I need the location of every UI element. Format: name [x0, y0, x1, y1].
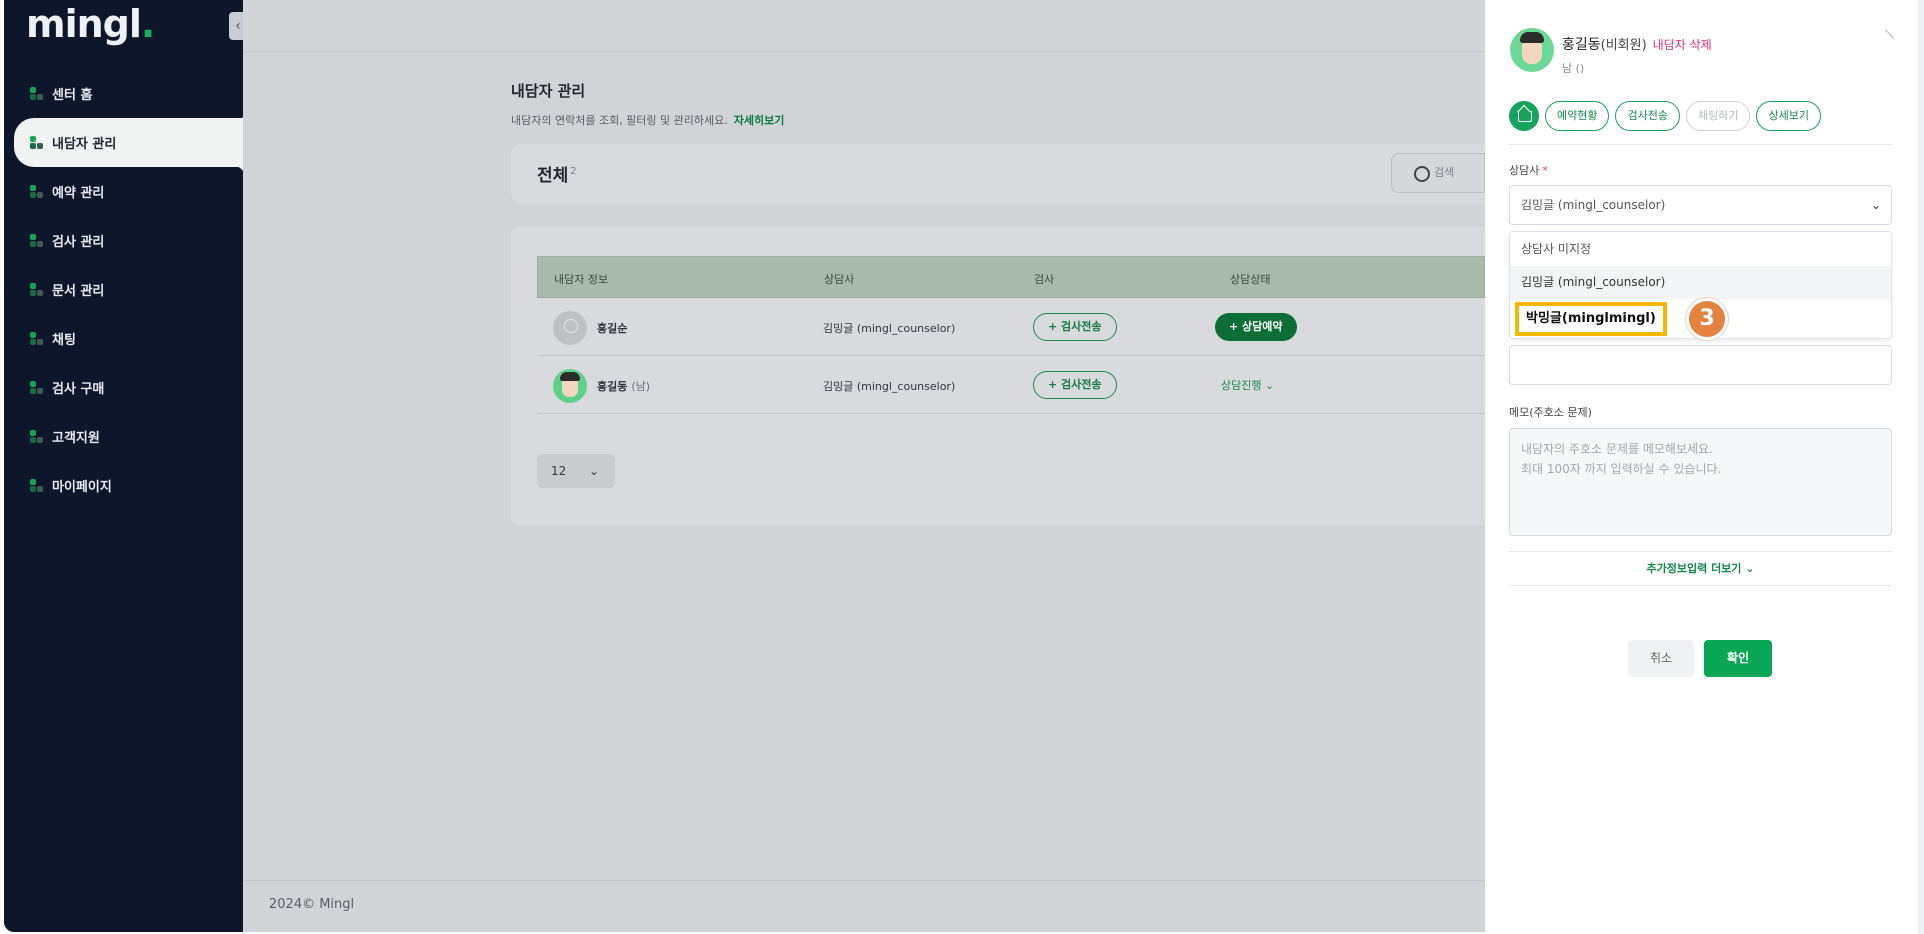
sidebar-item-mypage[interactable]: 마이페이지 — [4, 461, 244, 510]
window-edge — [1918, 0, 1924, 934]
section-title: 전체 2 — [537, 166, 577, 186]
header-status: 상담상태 — [1230, 273, 1271, 286]
avatar — [1510, 28, 1554, 72]
dropdown-option-kim[interactable]: 김밍글 (mingl_counselor) — [1510, 266, 1891, 299]
sidebar-item-support[interactable]: 고객지원 — [4, 412, 244, 461]
sidebar-item-label: 검사 구매 — [52, 382, 105, 397]
sidebar-item-test[interactable]: 검사 관리 — [4, 216, 244, 265]
tab-chat[interactable]: 채팅하기 — [1685, 101, 1751, 131]
book-session-button[interactable]: + 상담예약 — [1215, 313, 1297, 341]
support-icon — [30, 429, 44, 444]
send-test-button[interactable]: + 검사전송 — [1033, 371, 1117, 399]
divider — [1509, 144, 1892, 145]
sidebar-item-label: 고객지원 — [52, 431, 100, 446]
main-content-dimmed: 내담자 관리 내담자의 연락처를 조회, 필터링 및 관리하세요. 자세히보기 전… — [243, 0, 1491, 932]
logo[interactable]: mingl. — [26, 2, 155, 46]
copyright-text: 2024© Mingl — [269, 897, 355, 912]
cancel-button[interactable]: 취소 — [1628, 640, 1694, 677]
user-icon — [30, 478, 44, 493]
count-badge: 2 — [570, 166, 577, 178]
test-icon — [30, 233, 44, 248]
counselor-label: 상담사 * — [1509, 164, 1548, 177]
counselor-secondary-field[interactable] — [1509, 345, 1892, 385]
counselor-name: 김밍글 (mingl_counselor) — [823, 322, 956, 335]
confirm-button[interactable]: 확인 — [1704, 640, 1772, 677]
delete-client-link[interactable]: 내담자 삭제 — [1653, 38, 1712, 52]
client-subinfo: 남 () — [1562, 62, 1585, 75]
header-counselor: 상담사 — [824, 273, 855, 286]
sidebar-item-client-management[interactable]: 내담자 관리 — [14, 118, 254, 167]
status-dropdown[interactable]: 상담진행 ⌄ — [1221, 377, 1274, 393]
client-detail-panel: 홍길동(비회원) 내담자 삭제 남 () 예약현황 검사전송 채팅하기 상세보기 … — [1485, 0, 1918, 932]
counselor-name: 김밍글 (mingl_counselor) — [823, 380, 956, 393]
avatar-placeholder-icon — [553, 311, 587, 345]
sidebar-item-documents[interactable]: 문서 관리 — [4, 265, 244, 314]
counselor-dropdown: 상담사 미지정 김밍글 (mingl_counselor) 박밍글(minglm… — [1509, 231, 1892, 340]
chevron-down-icon: ⌄ — [1264, 379, 1275, 392]
summary-card: 전체 2 — [511, 144, 1491, 204]
footer: 2024© Mingl — [243, 880, 1485, 932]
home-icon[interactable] — [1509, 101, 1539, 131]
client-name: 홍길동 (남) — [597, 380, 651, 393]
sidebar: mingl. 센터 홈 내담자 관리 예약 관리 검사 관리 문서 관리 채팅 … — [4, 0, 254, 932]
app-window: mingl. 센터 홈 내담자 관리 예약 관리 검사 관리 문서 관리 채팅 … — [0, 0, 1924, 934]
client-name: 홍길순 — [597, 322, 628, 335]
sidebar-item-label: 내담자 관리 — [52, 137, 117, 152]
client-name: 홍길동(비회원) 내담자 삭제 — [1562, 37, 1712, 53]
step-badge: 3 — [1686, 298, 1728, 340]
sidebar-item-label: 채팅 — [52, 333, 76, 348]
memo-textarea[interactable]: 내담자의 주호소 문제를 메모해보세요. 최대 100자 까지 입력하실 수 있… — [1509, 428, 1892, 536]
search-input[interactable]: 검색 — [1391, 153, 1485, 193]
top-bar — [243, 0, 1485, 52]
page-title: 내담자 관리 — [511, 82, 586, 100]
more-info-toggle[interactable]: 추가정보입력 더보기 ⌄ — [1509, 551, 1892, 586]
chevron-down-icon: ⌄ — [1870, 198, 1881, 212]
dropdown-option-unassigned[interactable]: 상담사 미지정 — [1510, 233, 1891, 266]
sidebar-item-label: 마이페이지 — [52, 480, 112, 495]
sidebar-item-label: 검사 관리 — [52, 235, 105, 250]
page-description: 내담자의 연락처를 조회, 필터링 및 관리하세요. 자세히보기 — [511, 114, 785, 127]
tab-send-test[interactable]: 검사전송 — [1615, 101, 1680, 131]
sidebar-item-label: 예약 관리 — [52, 186, 105, 201]
memo-label: 메모(주호소 문제) — [1509, 406, 1592, 419]
table-header: 내담자 정보 상담사 검사 상담상태 — [537, 256, 1485, 298]
table-row[interactable]: 홍길동 (남) 김밍글 (mingl_counselor) + 검사전송 상담진행… — [537, 356, 1485, 414]
sidebar-item-label: 센터 홈 — [52, 88, 93, 103]
page-size-select[interactable]: 12 ⌄ — [537, 454, 615, 488]
header-test: 검사 — [1034, 273, 1055, 286]
header-client-info: 내담자 정보 — [554, 273, 609, 286]
more-link[interactable]: 자세히보기 — [734, 114, 785, 127]
chat-icon — [30, 331, 44, 346]
clients-icon — [30, 135, 44, 150]
send-test-button[interactable]: + 검사전송 — [1033, 313, 1117, 341]
chevron-down-icon: ⌄ — [588, 464, 599, 478]
avatar — [553, 369, 587, 403]
table-row[interactable]: 홍길순 김밍글 (mingl_counselor) + 검사전송 + 상담예약 — [537, 298, 1485, 356]
tab-details[interactable]: 상세보기 — [1756, 101, 1821, 131]
home-icon — [30, 86, 44, 101]
document-icon — [30, 282, 44, 297]
tab-reservation-status[interactable]: 예약현황 — [1545, 101, 1610, 131]
sidebar-item-purchase[interactable]: 검사 구매 — [4, 363, 244, 412]
cart-icon — [30, 380, 44, 395]
close-icon[interactable] — [1883, 28, 1897, 42]
calendar-icon — [30, 184, 44, 199]
sidebar-item-chat[interactable]: 채팅 — [4, 314, 244, 363]
sidebar-nav: 센터 홈 내담자 관리 예약 관리 검사 관리 문서 관리 채팅 검사 구매 고… — [4, 69, 254, 510]
panel-tabs: 예약현황 검사전송 채팅하기 상세보기 — [1509, 101, 1821, 131]
sidebar-item-reservation[interactable]: 예약 관리 — [4, 167, 244, 216]
counselor-select[interactable]: 김밍글 (mingl_counselor) ⌄ — [1509, 185, 1892, 225]
search-icon — [1414, 166, 1430, 182]
sidebar-item-center-home[interactable]: 센터 홈 — [4, 69, 244, 118]
sidebar-item-label: 문서 관리 — [52, 284, 105, 299]
dropdown-option-park[interactable]: 박밍글(minglmingl) — [1515, 302, 1667, 336]
